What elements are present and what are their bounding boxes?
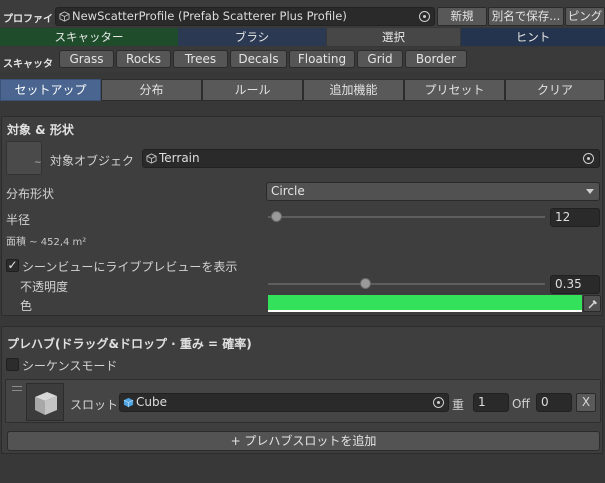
tab-distribution[interactable]: 分布 (101, 79, 202, 101)
slot-prefab-field[interactable]: Cube (119, 393, 449, 412)
scriptable-object-icon (59, 11, 70, 22)
target-object-value: Terrain (159, 151, 200, 165)
preset-grid-button[interactable]: Grid (357, 50, 403, 68)
radius-slider-handle[interactable] (271, 211, 283, 222)
live-preview-label: シーンビューにライブプレビューを表示 (22, 260, 238, 274)
tab-selection[interactable]: 選択 (327, 28, 460, 46)
eyedropper-icon (588, 300, 597, 309)
weight-input[interactable]: 1 (473, 393, 509, 412)
target-object-field[interactable]: Terrain (142, 149, 600, 168)
distribution-shape-value: Circle (271, 184, 305, 198)
remove-slot-button[interactable]: X (576, 393, 596, 412)
sub-tabs: セットアップ 分布 ルール 追加機能 プリセット クリア (0, 79, 605, 101)
tab-rules[interactable]: ルール (202, 79, 303, 101)
profile-name: NewScatterProfile (Prefab Scatterer Plus… (72, 9, 347, 23)
opacity-slider-handle[interactable] (359, 278, 371, 289)
color-label: 色 (20, 299, 33, 313)
slot-prefab-picker-icon[interactable] (433, 397, 444, 408)
prefab-panel: プレハブ(ドラッグ&ドロップ · 重み = 確率) シーケンスモード スロット … (1, 326, 603, 454)
new-profile-button[interactable]: 新規 (437, 7, 487, 26)
radius-input[interactable]: 12 (550, 208, 600, 227)
preset-trees-button[interactable]: Trees (173, 50, 228, 68)
prefab-preview (26, 383, 64, 421)
slot-prefab-name: Cube (136, 395, 167, 409)
preset-decals-button[interactable]: Decals (230, 50, 287, 68)
drag-handle-icon[interactable] (12, 386, 22, 391)
main-tabs: スキャッター ブラシ 選択 ヒント (0, 28, 605, 46)
profile-label: プロファイ (3, 14, 53, 25)
offset-input[interactable]: 0 (536, 393, 572, 412)
scatter-label: スキャッタ (3, 59, 53, 70)
target-shape-title: 対象 & 形状 (7, 123, 74, 137)
preset-floating-button[interactable]: Floating (289, 50, 355, 68)
distribution-shape-dropdown[interactable]: Circle (266, 182, 600, 201)
opacity-label: 不透明度 (20, 280, 69, 294)
target-shape-panel: 対象 & 形状 ~ 対象オブジェク Terrain 分布形状 Circle 半径… (1, 116, 603, 316)
tab-presets[interactable]: プリセット (404, 79, 505, 101)
chevron-down-icon (586, 189, 594, 194)
target-thumbnail: ~ (6, 141, 42, 175)
radius-slider-track[interactable] (268, 216, 545, 218)
profile-bar: プロファイ NewScatterProfile (Prefab Scattere… (0, 0, 605, 27)
radius-label: 半径 (6, 213, 31, 227)
save-as-button[interactable]: 別名で保存... (488, 7, 564, 26)
ping-button[interactable]: ピング (565, 7, 605, 26)
eyedropper-button[interactable] (583, 295, 601, 312)
preset-rocks-button[interactable]: Rocks (116, 50, 171, 68)
gameobject-icon (146, 153, 157, 164)
opacity-input[interactable]: 0.35 (550, 275, 600, 294)
target-object-picker-icon[interactable] (583, 153, 594, 164)
prefab-section-title: プレハブ(ドラッグ&ドロップ · 重み = 確率) (7, 337, 252, 351)
slot-label: スロット (70, 398, 119, 412)
area-readout: 面積 ~ 452,4 m² (6, 237, 87, 248)
tab-brush[interactable]: ブラシ (178, 28, 326, 46)
checkmark-icon: ✓ (7, 258, 18, 272)
tab-hints[interactable]: ヒント (461, 28, 605, 46)
tab-clear[interactable]: クリア (505, 79, 605, 101)
weight-label: 重 (452, 398, 465, 412)
live-preview-checkbox[interactable]: ✓ (6, 259, 19, 272)
profile-field[interactable]: NewScatterProfile (Prefab Scatterer Plus… (55, 7, 435, 26)
sequence-mode-checkbox[interactable] (6, 358, 19, 371)
preset-grass-button[interactable]: Grass (59, 50, 114, 68)
tab-extras[interactable]: 追加機能 (303, 79, 404, 101)
offset-label: Off (512, 397, 530, 411)
color-field[interactable] (268, 295, 582, 312)
preset-border-button[interactable]: Border (405, 50, 467, 68)
prefab-slot-row: スロット Cube 重 1 Off 0 X (5, 379, 601, 423)
scatter-preset-bar: スキャッタ Grass Rocks Trees Decals Floating … (0, 47, 605, 72)
prefab-icon (123, 397, 134, 408)
tab-setup[interactable]: セットアップ (0, 79, 101, 101)
opacity-slider-track[interactable] (268, 283, 545, 285)
tab-scatter[interactable]: スキャッター (0, 28, 178, 46)
add-prefab-slot-button[interactable]: + プレハブスロットを追加 (7, 431, 600, 451)
thumbnail-tilde-icon: ~ (34, 158, 42, 168)
cube-preview-icon (35, 392, 57, 415)
target-object-label: 対象オブジェク (50, 154, 135, 168)
object-picker-icon[interactable] (419, 11, 430, 22)
sequence-mode-label: シーケンスモード (22, 359, 118, 373)
distribution-shape-label: 分布形状 (6, 187, 55, 201)
